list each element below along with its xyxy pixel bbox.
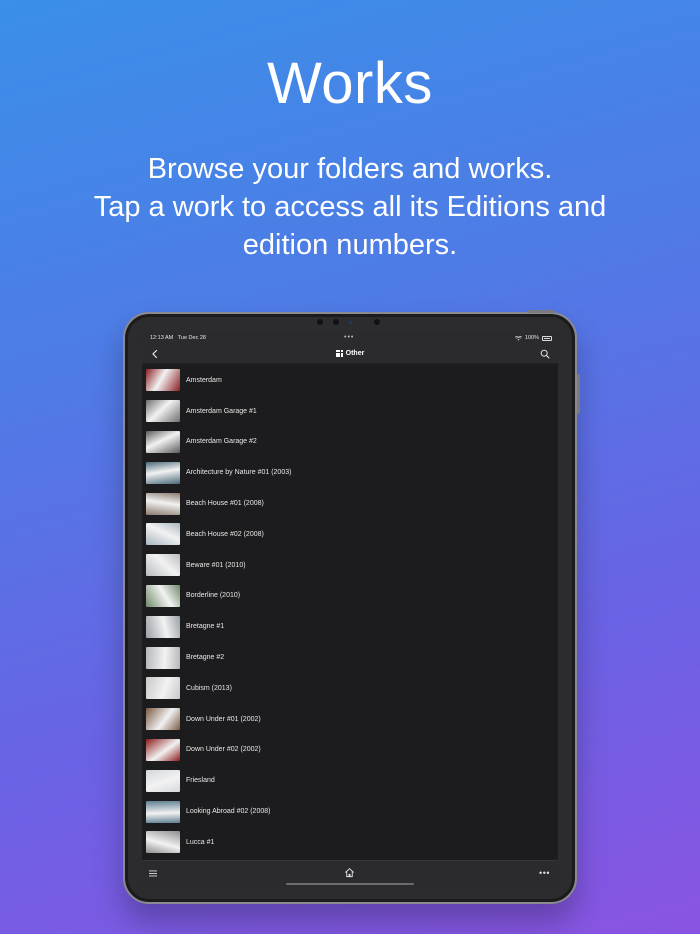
work-thumbnail <box>146 615 180 638</box>
work-title: Bretagne #1 <box>186 623 225 631</box>
work-thumbnail <box>146 369 180 392</box>
home-icon[interactable] <box>344 867 355 878</box>
list-item[interactable]: Amsterdam Garage #2 <box>142 427 558 458</box>
volume-button <box>577 374 580 414</box>
bottom-toolbar: ••• <box>142 860 558 888</box>
work-title: Friesland <box>186 777 215 785</box>
work-thumbnail <box>146 523 180 546</box>
list-item[interactable]: Friesland <box>142 765 558 796</box>
work-thumbnail <box>146 461 180 484</box>
list-item[interactable]: Architecture by Nature #01 (2003) <box>142 457 558 488</box>
work-thumbnail <box>146 831 180 854</box>
sensor-icon <box>317 319 323 325</box>
work-thumbnail <box>146 738 180 761</box>
status-date: Tue Dec 28 <box>177 335 206 341</box>
works-list: Amsterdam Amsterdam Garage #1 Amsterdam Ga… <box>142 365 558 858</box>
wifi-icon <box>514 335 522 341</box>
list-item[interactable]: Cubism (2013) <box>142 673 558 704</box>
work-title: Amsterdam <box>186 376 222 384</box>
work-title: Lucca #1 <box>186 838 215 846</box>
camera-icon <box>349 320 352 324</box>
work-thumbnail <box>146 800 180 823</box>
list-item[interactable]: Beach House #02 (2008) <box>142 519 558 550</box>
battery-percent: 100% <box>524 335 539 341</box>
list-item[interactable]: Beware #01 (2010) <box>142 550 558 581</box>
list-item[interactable]: Looking Abroad #02 (2008) <box>142 796 558 827</box>
subtitle-line: edition numbers. <box>242 229 458 261</box>
list-item[interactable]: Borderline (2010) <box>142 581 558 612</box>
work-title: Looking Abroad #02 (2008) <box>186 808 271 816</box>
work-title: Borderline (2010) <box>186 592 241 600</box>
work-thumbnail <box>146 677 180 700</box>
menu-icon[interactable] <box>149 870 157 877</box>
work-thumbnail <box>146 769 180 792</box>
work-title: Beach House #02 (2008) <box>186 530 264 538</box>
multitask-dots-icon[interactable]: ••• <box>344 334 354 341</box>
more-icon[interactable]: ••• <box>539 868 550 878</box>
battery-icon <box>542 335 552 341</box>
subtitle-line: Tap a work to access all its Editions an… <box>93 191 607 223</box>
work-title: Architecture by Nature #01 (2003) <box>186 469 292 477</box>
tablet-device: 12:13 AM Tue Dec 28 ••• 100% Other Amste… <box>123 310 580 904</box>
subtitle-line: Browse your folders and works. <box>147 153 553 185</box>
page-subtitle: Browse your folders and works. Tap a wor… <box>40 150 660 264</box>
work-thumbnail <box>146 400 180 423</box>
list-item[interactable]: Bretagne #2 <box>142 642 558 673</box>
chevron-left-icon[interactable] <box>150 349 160 359</box>
app-screen: 12:13 AM Tue Dec 28 ••• 100% Other Amste… <box>142 332 558 888</box>
work-title: Amsterdam Garage #2 <box>186 438 257 446</box>
work-title: Beware #01 (2010) <box>186 561 246 569</box>
home-indicator[interactable] <box>286 883 414 885</box>
status-bar: 12:13 AM Tue Dec 28 ••• 100% <box>142 332 558 344</box>
folder-title-label: Other <box>345 350 365 357</box>
work-title: Beach House #01 (2008) <box>186 500 264 508</box>
status-time: 12:13 AM <box>150 335 174 341</box>
work-thumbnail <box>146 492 180 515</box>
work-thumbnail <box>146 646 180 669</box>
work-thumbnail <box>146 430 180 453</box>
folder-title[interactable]: Other <box>335 350 365 357</box>
work-title: Amsterdam Garage #1 <box>186 407 257 415</box>
sensor-icon <box>333 319 339 325</box>
work-thumbnail <box>146 554 180 577</box>
search-icon[interactable] <box>540 349 550 359</box>
sensor-icon <box>374 319 380 325</box>
work-title: Cubism (2013) <box>186 684 232 692</box>
grid-icon <box>335 350 343 357</box>
camera-array <box>317 319 380 325</box>
list-item[interactable]: Down Under #01 (2002) <box>142 704 558 735</box>
work-title: Bretagne #2 <box>186 654 225 662</box>
page-title: Works <box>267 51 433 116</box>
list-item[interactable]: Beach House #01 (2008) <box>142 488 558 519</box>
list-item[interactable]: Bretagne #1 <box>142 611 558 642</box>
work-title: Down Under #01 (2002) <box>186 715 261 723</box>
power-button <box>527 310 555 313</box>
list-item[interactable]: Amsterdam <box>142 365 558 396</box>
work-thumbnail <box>146 708 180 731</box>
work-title: Down Under #02 (2002) <box>186 746 261 754</box>
work-thumbnail <box>146 584 180 607</box>
list-item[interactable]: Down Under #02 (2002) <box>142 735 558 766</box>
navigation-bar: Other <box>142 344 558 364</box>
list-item[interactable]: Lucca #1 <box>142 827 558 858</box>
list-item[interactable]: Amsterdam Garage #1 <box>142 396 558 427</box>
